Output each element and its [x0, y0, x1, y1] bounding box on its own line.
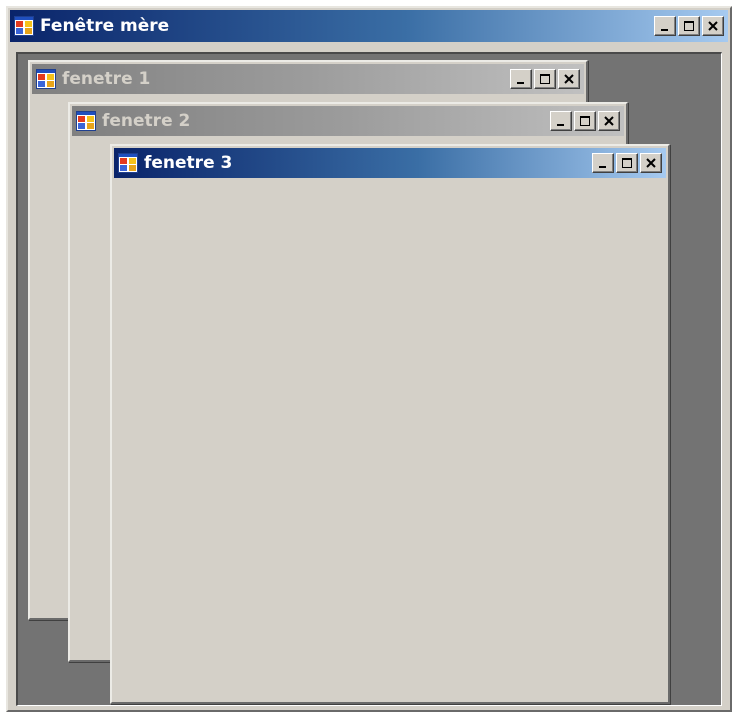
maximize-button[interactable] — [616, 153, 638, 173]
maximize-icon — [580, 116, 590, 126]
close-button[interactable] — [640, 153, 662, 173]
child-window-2-controls — [550, 111, 620, 131]
maximize-icon — [540, 74, 550, 84]
minimize-button[interactable] — [592, 153, 614, 173]
child-window-2-titlebar[interactable]: fenetre 2 — [72, 106, 624, 136]
parent-window-title: Fenêtre mère — [40, 16, 170, 36]
app-window-icon[interactable] — [14, 16, 34, 36]
parent-window-controls — [654, 16, 724, 36]
close-icon — [646, 158, 656, 168]
close-icon — [604, 116, 614, 126]
parent-window: Fenêtre mère fenetre 1 fenetre 2 fenetre… — [6, 6, 732, 712]
child-window-3-title: fenetre 3 — [144, 153, 233, 173]
close-icon — [564, 74, 574, 84]
minimize-icon — [517, 82, 524, 84]
close-button[interactable] — [598, 111, 620, 131]
close-button[interactable] — [702, 16, 724, 36]
maximize-button[interactable] — [534, 69, 556, 89]
mdi-client-area[interactable]: fenetre 1 fenetre 2 fenetre 3 — [16, 52, 722, 706]
maximize-icon — [622, 158, 632, 168]
minimize-button[interactable] — [654, 16, 676, 36]
minimize-button[interactable] — [550, 111, 572, 131]
child-window-3-titlebar[interactable]: fenetre 3 — [114, 148, 666, 178]
child-window-2-title: fenetre 2 — [102, 111, 191, 131]
parent-titlebar[interactable]: Fenêtre mère — [10, 10, 728, 42]
minimize-button[interactable] — [510, 69, 532, 89]
close-icon — [708, 21, 718, 31]
minimize-icon — [599, 166, 606, 168]
child-window-1-title: fenetre 1 — [62, 69, 151, 89]
maximize-button[interactable] — [678, 16, 700, 36]
app-window-icon[interactable] — [118, 153, 138, 173]
minimize-icon — [661, 29, 668, 31]
app-window-icon[interactable] — [76, 111, 96, 131]
minimize-icon — [557, 124, 564, 126]
child-window-1-controls — [510, 69, 580, 89]
child-window-3[interactable]: fenetre 3 — [110, 144, 670, 704]
app-window-icon[interactable] — [36, 69, 56, 89]
close-button[interactable] — [558, 69, 580, 89]
child-window-3-controls — [592, 153, 662, 173]
screen: Fenêtre mère fenetre 1 fenetre 2 fenetre… — [0, 0, 734, 719]
child-window-1-titlebar[interactable]: fenetre 1 — [32, 64, 584, 94]
maximize-button[interactable] — [574, 111, 596, 131]
maximize-icon — [684, 21, 694, 31]
